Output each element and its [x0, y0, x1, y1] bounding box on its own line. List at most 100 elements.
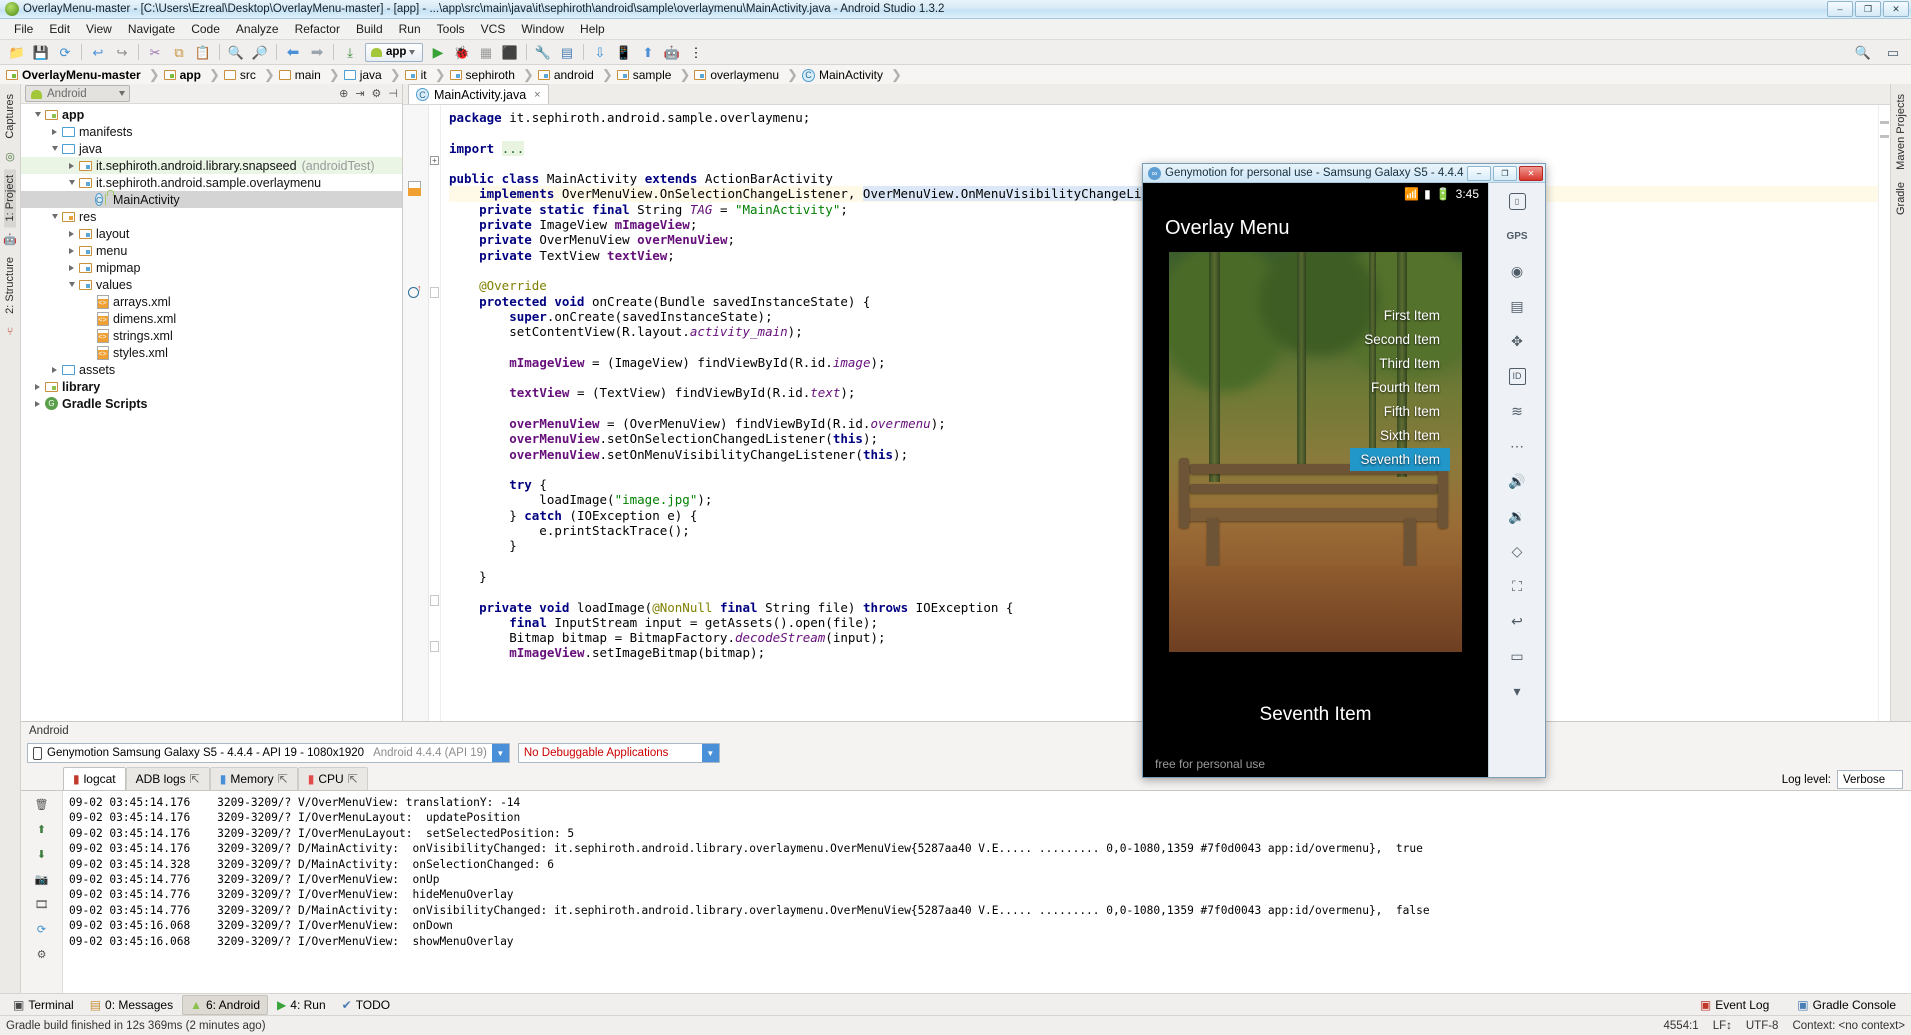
menu-item-help[interactable]: Help [572, 20, 613, 38]
tab-memory[interactable]: ▮ Memory ⇱ [209, 767, 298, 790]
chevron-down-icon[interactable]: ▼ [701, 744, 719, 762]
copy-icon[interactable]: ⧉ [169, 42, 189, 62]
overlay-menu-item[interactable]: First Item [1374, 304, 1450, 327]
sidebar-item-gradle[interactable]: Gradle [1895, 176, 1907, 221]
tree-item-app[interactable]: app [21, 106, 402, 123]
save-all-icon[interactable]: 💾 [31, 42, 51, 62]
attach-debugger-icon[interactable]: ⬛ [500, 42, 520, 62]
settings-gear-icon[interactable]: ⚙ [372, 87, 382, 100]
sdk-manager-icon[interactable]: 🔧 [533, 42, 553, 62]
menu-item-run[interactable]: Run [391, 20, 429, 38]
breadcrumb-item-sephiroth[interactable]: sephiroth ❯ [449, 67, 538, 83]
file-encoding[interactable]: UTF-8 [1746, 1020, 1779, 1032]
context-indicator[interactable]: Context: <no context> [1792, 1020, 1905, 1032]
breadcrumb-item-main[interactable]: main ❯ [278, 67, 344, 83]
debug-icon[interactable]: 🐞 [452, 42, 472, 62]
chevron-down-icon[interactable] [48, 146, 61, 151]
sidebar-item-maven-projects[interactable]: Maven Projects [1895, 88, 1907, 176]
overlay-menu-item[interactable]: Second Item [1354, 328, 1450, 351]
breadcrumb-item-sample[interactable]: sample ❯ [616, 67, 695, 83]
recents-icon[interactable]: ▭ [1504, 645, 1530, 667]
hide-icon[interactable]: ⊣ [388, 87, 398, 100]
toolwindow-run[interactable]: ▶ 4: Run [270, 996, 333, 1014]
chevron-right-icon[interactable] [65, 162, 78, 169]
menu-item-file[interactable]: File [6, 20, 41, 38]
tree-item-res[interactable]: res [21, 208, 402, 225]
redo-icon[interactable]: ↪ [112, 42, 132, 62]
tree-item-dimens-xml[interactable]: dimens.xml [21, 310, 402, 327]
camera-icon[interactable]: ◉ [1504, 260, 1530, 282]
back-icon[interactable]: ↩ [1504, 610, 1530, 632]
log-level-selector[interactable]: Verbose [1837, 770, 1903, 789]
navigate-forward-icon[interactable]: ➡ [307, 42, 327, 62]
run-icon[interactable]: ▶ [428, 42, 448, 62]
replace-icon[interactable]: 🔎 [250, 42, 270, 62]
breadcrumb-item-overlaymenu[interactable]: overlaymenu ❯ [694, 67, 802, 83]
volume-up-icon[interactable]: 🔊 [1504, 470, 1530, 492]
more-icon[interactable]: ⋯ [1504, 435, 1530, 457]
logcat-lines[interactable]: 09-02 03:45:14.176 3209-3209/? V/OverMen… [63, 791, 1911, 993]
overlay-menu-item-selected[interactable]: Seventh Item [1350, 448, 1450, 471]
coverage-icon[interactable]: ▦ [476, 42, 496, 62]
captures-icon[interactable]: ◎ [2, 149, 18, 165]
menu-item-tools[interactable]: Tools [429, 20, 473, 38]
chevron-right-icon[interactable] [48, 128, 61, 135]
menu-item-code[interactable]: Code [183, 20, 228, 38]
breadcrumb-item-it[interactable]: it ❯ [404, 67, 450, 83]
menu-item-refactor[interactable]: Refactor [287, 20, 348, 38]
tree-item-assets[interactable]: assets [21, 361, 402, 378]
tree-item-mipmap[interactable]: mipmap [21, 259, 402, 276]
network-icon[interactable]: ✥ [1504, 330, 1530, 352]
sync-gradle-icon[interactable]: ⇩ [590, 42, 610, 62]
fold-marker-method-end[interactable] [430, 595, 439, 606]
toolwindow-terminal[interactable]: ▣ Terminal [6, 996, 81, 1014]
fold-marker-oncreate[interactable] [430, 287, 439, 298]
stripe-warning-mark[interactable] [1880, 121, 1889, 124]
stripe-warning-mark[interactable] [1880, 135, 1889, 138]
tree-item-it-sephiroth-android-library-snapseed[interactable]: it.sephiroth.android.library.snapseed (an… [21, 157, 402, 174]
sidebar-item-project[interactable]: 1: Project [4, 168, 16, 228]
tab-logcat[interactable]: ▮ logcat [63, 767, 126, 790]
tree-item-java[interactable]: java [21, 140, 402, 157]
toolwindow-gradle-console[interactable]: ▣ Gradle Console [1790, 996, 1903, 1014]
overlay-menu-item[interactable]: Third Item [1369, 352, 1450, 375]
collapse-icon[interactable]: ⇥ [355, 87, 364, 100]
detach-icon[interactable]: ⇱ [278, 772, 288, 786]
chevron-right-icon[interactable] [65, 230, 78, 237]
toolwindow-event-log[interactable]: ▣ Event Log [1693, 996, 1776, 1014]
sync-icon[interactable]: ⟳ [55, 42, 75, 62]
sdk-update-icon[interactable]: ⬆ [638, 42, 658, 62]
fullscreen-icon[interactable]: ⛶ [1504, 575, 1530, 597]
avd-manager-icon[interactable]: ▤ [557, 42, 577, 62]
sidebar-item-structure[interactable]: 2: Structure [4, 251, 16, 320]
menu-item-vcs[interactable]: VCS [473, 20, 514, 38]
chevron-right-icon[interactable] [48, 366, 61, 373]
chevron-down-icon[interactable] [65, 282, 78, 287]
menu-item-edit[interactable]: Edit [41, 20, 78, 38]
tree-item-arrays-xml[interactable]: arrays.xml [21, 293, 402, 310]
screenshot-icon[interactable]: 📷 [34, 871, 50, 887]
maximize-button[interactable]: ❐ [1855, 1, 1881, 17]
chevron-down-icon[interactable]: ▼ [491, 744, 509, 762]
tab-mainactivity-java[interactable]: C MainActivity.java × [408, 84, 549, 104]
gps-icon[interactable]: GPS [1504, 225, 1530, 247]
settings-gear-icon[interactable]: ⚙ [34, 946, 50, 962]
chevron-right-icon[interactable] [65, 247, 78, 254]
paste-icon[interactable]: 📋 [193, 42, 213, 62]
tree-item-menu[interactable]: menu [21, 242, 402, 259]
chevron-down-icon[interactable] [65, 180, 78, 185]
navigate-back-icon[interactable]: ⬅ [283, 42, 303, 62]
tree-item-mainactivity[interactable]: C MainActivity [21, 190, 402, 208]
sidebar-item-captures[interactable]: Captures [4, 88, 16, 145]
chevron-right-icon[interactable] [31, 383, 44, 390]
chevron-right-icon[interactable] [65, 264, 78, 271]
project-view-selector[interactable]: Android [25, 85, 130, 102]
restart-icon[interactable]: ⟳ [34, 921, 50, 937]
menu-item-view[interactable]: View [78, 20, 120, 38]
undo-icon[interactable]: ↩ [88, 42, 108, 62]
scroll-up-icon[interactable]: ⬆ [34, 821, 50, 837]
android-icon[interactable]: 🤖 [2, 231, 18, 247]
tree-item-styles-xml[interactable]: styles.xml [21, 344, 402, 361]
breadcrumb-item-project[interactable]: OverlayMenu-master ❯ [6, 67, 164, 83]
genymotion-close-button[interactable]: ✕ [1519, 165, 1543, 181]
